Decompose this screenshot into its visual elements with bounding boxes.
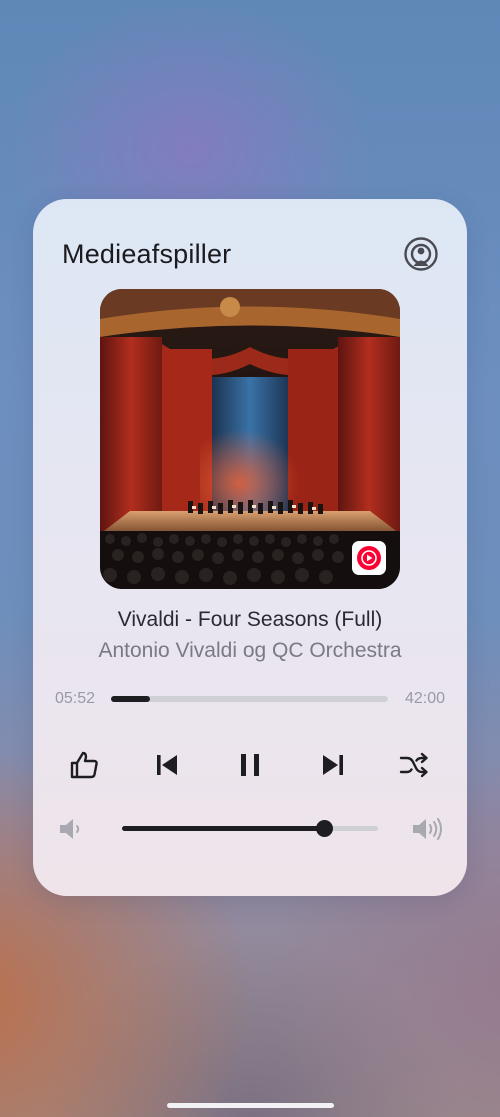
volume-slider-thumb[interactable]	[316, 820, 334, 837]
album-artwork	[100, 289, 400, 589]
thumbs-up-icon	[70, 751, 98, 779]
volume-slider[interactable]	[122, 820, 378, 837]
skip-previous-icon	[157, 755, 177, 775]
track-artist: Antonio Vivaldi og QC Orchestra	[98, 639, 402, 662]
media-player-title: Medieafspiller	[62, 239, 232, 269]
track-title: Vivaldi - Four Seasons (Full)	[117, 608, 383, 631]
pause-button[interactable]	[230, 745, 270, 785]
progress-bar[interactable]	[111, 696, 388, 702]
skip-next-icon	[323, 755, 343, 775]
next-button[interactable]	[313, 745, 353, 785]
volume-low-icon	[60, 819, 80, 839]
cast-output-icon	[404, 237, 438, 271]
source-app-badge[interactable]	[352, 541, 386, 575]
shuffle-icon	[399, 752, 428, 778]
previous-button[interactable]	[147, 745, 187, 785]
volume-down-button[interactable]	[57, 815, 89, 843]
pause-icon	[241, 754, 259, 776]
home-indicator[interactable]	[167, 1103, 334, 1108]
media-player-card: Medieafspiller Vivaldi - Four Seasons (F…	[33, 199, 467, 896]
cast-output-button[interactable]	[403, 236, 439, 272]
volume-high-icon	[413, 818, 442, 840]
youtube-music-icon	[357, 546, 381, 570]
total-time: 42:00	[404, 690, 445, 707]
volume-up-button[interactable]	[411, 815, 443, 843]
like-button[interactable]	[64, 745, 104, 785]
shuffle-button[interactable]	[394, 745, 434, 785]
elapsed-time: 05:52	[55, 690, 96, 707]
progress-fill	[111, 696, 150, 702]
volume-fill	[122, 826, 325, 831]
